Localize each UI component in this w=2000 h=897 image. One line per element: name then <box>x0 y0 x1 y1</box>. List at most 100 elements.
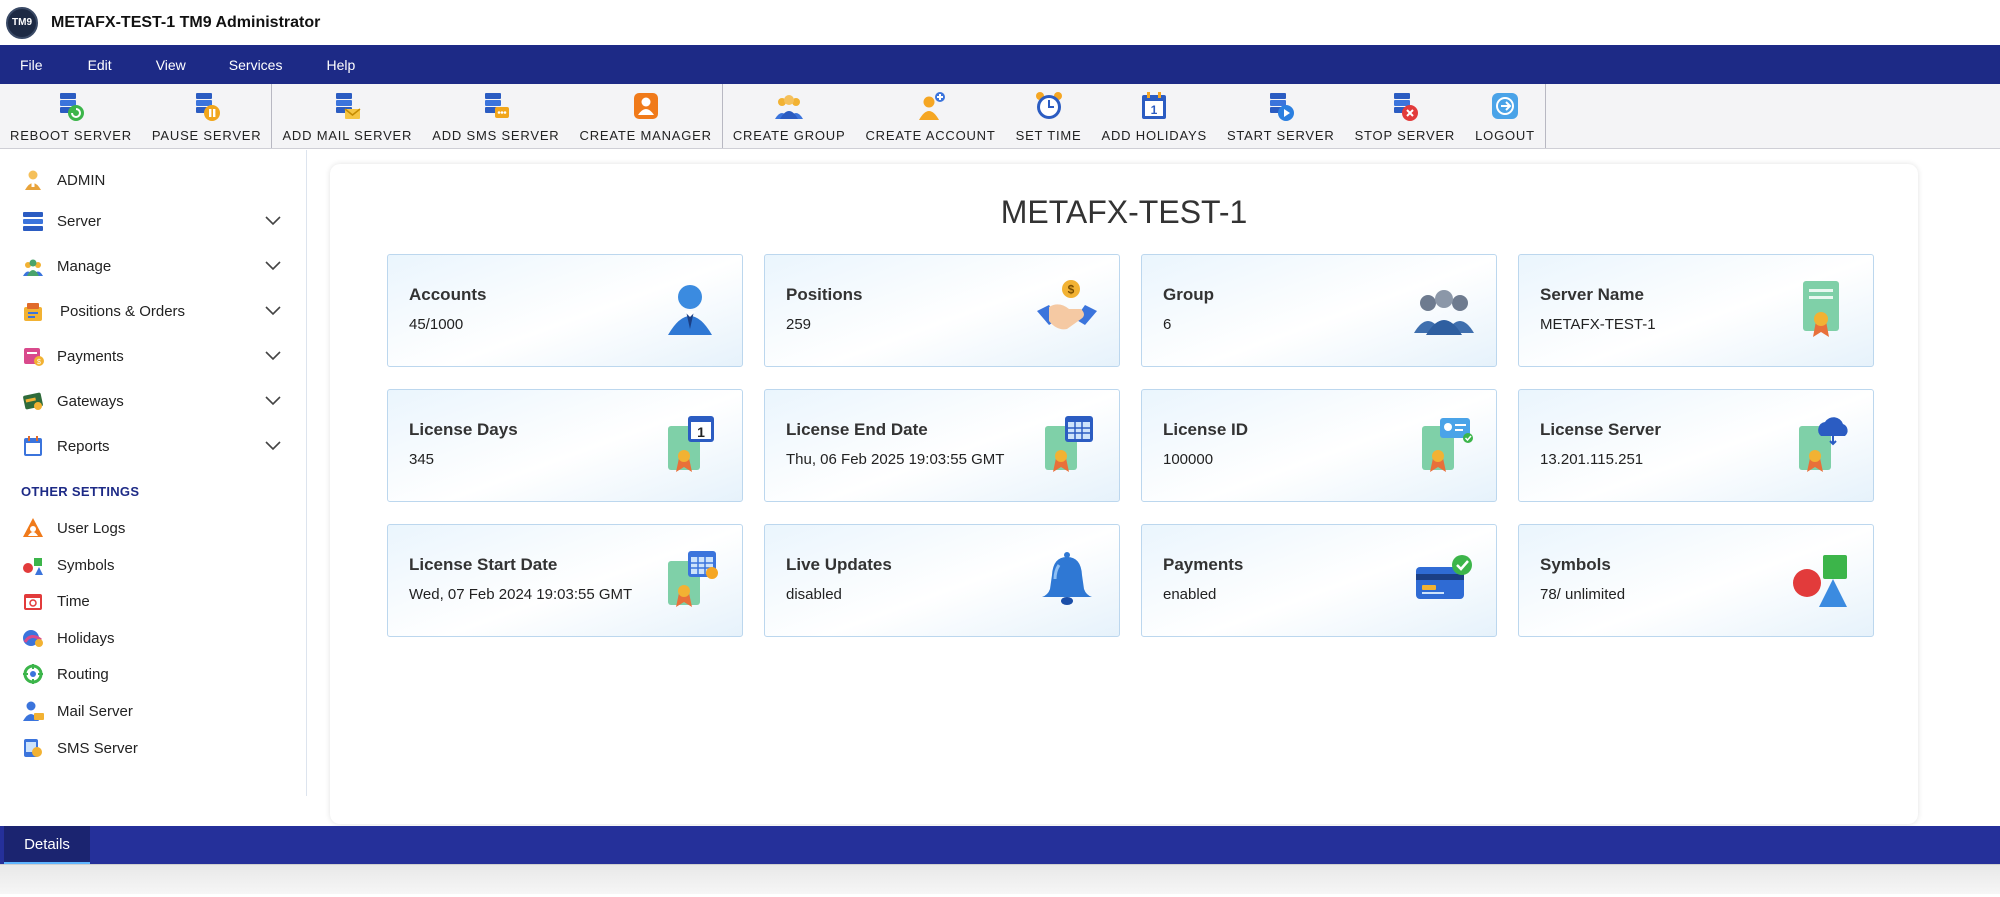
add-mail-server-icon <box>330 89 364 123</box>
create-account-icon <box>914 89 948 123</box>
tab-details[interactable]: Details <box>4 826 90 864</box>
card-value: disabled <box>786 586 842 603</box>
card-value: 345 <box>409 451 435 468</box>
create-group-icon <box>772 89 806 123</box>
card-value: 259 <box>786 316 812 333</box>
license-calendar-icon: 1 <box>668 416 714 472</box>
create-manager-button[interactable]: CREATE MANAGER <box>570 84 722 148</box>
title-bar: TM9 METAFX-TEST-1 TM9 Administrator <box>0 0 2000 45</box>
logout-button[interactable]: LOGOUT <box>1465 84 1545 148</box>
stop-server-button[interactable]: STOP SERVER <box>1345 84 1466 148</box>
card-payments: Payments enabled <box>1141 524 1497 637</box>
sidebar-item-time[interactable]: Time <box>0 583 306 619</box>
sidebar-item-label: Server <box>57 212 102 230</box>
card-value: 78/ unlimited <box>1540 586 1626 603</box>
menu-services[interactable]: Services <box>229 57 283 73</box>
sidebar-item-mail-server[interactable]: Mail Server <box>0 693 306 729</box>
card-title: License Start Date <box>409 555 558 574</box>
card-group: Group 6 <box>1141 254 1497 367</box>
add-holidays-button[interactable]: 1 ADD HOLIDAYS <box>1092 84 1217 148</box>
user-logs-icon <box>20 515 46 541</box>
calendar-icon: 1 <box>1137 89 1171 123</box>
sidebar-item-payments[interactable]: $ Payments <box>0 338 306 374</box>
status-bar <box>0 864 2000 894</box>
card-value: enabled <box>1163 586 1217 603</box>
chevron-down-icon[interactable] <box>262 390 284 412</box>
license-start-icon <box>668 551 718 607</box>
sidebar-item-manage[interactable]: Manage <box>0 248 306 284</box>
routing-icon <box>20 661 46 687</box>
toolbar-label: CREATE ACCOUNT <box>865 128 996 143</box>
card-value: 100000 <box>1163 451 1214 468</box>
certificate-icon <box>1803 281 1839 337</box>
sidebar-item-label: Routing <box>57 665 109 683</box>
sidebar-item-server[interactable]: Server <box>0 203 306 239</box>
window-title: METAFX-TEST-1 TM9 Administrator <box>51 13 321 31</box>
handshake-icon: $ <box>1037 280 1097 330</box>
toolbar-label: STOP SERVER <box>1354 128 1456 143</box>
sidebar-item-label: Reports <box>57 437 110 455</box>
chevron-down-icon[interactable] <box>262 300 284 322</box>
group-people-icon <box>1414 290 1474 335</box>
toolbar-label: SET TIME <box>1015 128 1082 143</box>
menu-view[interactable]: View <box>156 57 186 73</box>
toolbar-label: CREATE MANAGER <box>579 128 712 143</box>
toolbar-label: ADD HOLIDAYS <box>1101 128 1207 143</box>
toolbar-label: START SERVER <box>1226 128 1335 143</box>
pause-server-button[interactable]: PAUSE SERVER <box>142 84 272 148</box>
card-value: Thu, 06 Feb 2025 19:03:55 GMT <box>786 451 1005 468</box>
manage-icon <box>20 253 46 279</box>
card-title: Symbols <box>1540 555 1611 574</box>
chevron-down-icon[interactable] <box>262 255 284 277</box>
sidebar-item-label: Payments <box>57 347 124 365</box>
add-sms-server-button[interactable]: ADD SMS SERVER <box>422 84 569 148</box>
card-server-name: Server Name METAFX-TEST-1 <box>1518 254 1874 367</box>
chevron-down-icon[interactable] <box>262 345 284 367</box>
toolbar-label: ADD MAIL SERVER <box>282 128 413 143</box>
card-value: Wed, 07 Feb 2024 19:03:55 GMT <box>409 586 633 603</box>
reboot-server-button[interactable]: REBOOT SERVER <box>0 84 142 148</box>
dashboard-panel: METAFX-TEST-1 Accounts 45/1000 Positions… <box>330 164 1918 824</box>
account-user-icon <box>668 285 712 335</box>
add-mail-server-button[interactable]: ADD MAIL SERVER <box>272 84 422 148</box>
card-license-server: License Server 13.201.115.251 <box>1518 389 1874 502</box>
menu-file[interactable]: File <box>20 57 43 73</box>
sidebar-item-holidays[interactable]: Holidays <box>0 620 306 656</box>
set-time-button[interactable]: SET TIME <box>1006 84 1092 148</box>
sidebar-item-routing[interactable]: Routing <box>0 656 306 692</box>
sidebar-item-user-logs[interactable]: User Logs <box>0 510 306 546</box>
create-account-button[interactable]: CREATE ACCOUNT <box>855 84 1005 148</box>
sidebar-item-gateways[interactable]: Gateways <box>0 383 306 419</box>
sidebar-item-positions-orders[interactable]: Positions & Orders <box>0 293 306 329</box>
sidebar-item-label: Holidays <box>57 629 115 647</box>
card-positions: Positions 259 $ <box>764 254 1120 367</box>
svg-text:1: 1 <box>1151 103 1158 117</box>
card-symbols: Symbols 78/ unlimited <box>1518 524 1874 637</box>
sidebar-item-reports[interactable]: Reports <box>0 428 306 464</box>
card-accounts: Accounts 45/1000 <box>387 254 743 367</box>
create-group-button[interactable]: CREATE GROUP <box>723 84 856 148</box>
sidebar-item-symbols[interactable]: Symbols <box>0 547 306 583</box>
sidebar-item-admin[interactable]: ADMIN <box>0 162 306 198</box>
create-manager-icon <box>629 89 663 123</box>
sidebar-item-sms-server[interactable]: SMS Server <box>0 730 306 766</box>
logout-icon <box>1488 89 1522 123</box>
add-sms-server-icon <box>479 89 513 123</box>
license-cloud-icon <box>1799 417 1848 472</box>
sidebar-item-label: Manage <box>57 257 112 275</box>
card-license-start-date: License Start Date Wed, 07 Feb 2024 19:0… <box>387 524 743 637</box>
start-server-button[interactable]: START SERVER <box>1217 84 1345 148</box>
card-title: License ID <box>1163 420 1249 439</box>
card-title: Server Name <box>1540 285 1644 304</box>
card-value: 13.201.115.251 <box>1540 451 1644 468</box>
menu-help[interactable]: Help <box>326 57 355 73</box>
menu-edit[interactable]: Edit <box>88 57 112 73</box>
card-title: Live Updates <box>786 555 892 574</box>
chevron-down-icon[interactable] <box>262 435 284 457</box>
start-server-icon <box>1264 89 1298 123</box>
server-icon <box>20 208 46 234</box>
sidebar-item-label: Gateways <box>57 392 124 410</box>
chevron-down-icon[interactable] <box>262 210 284 232</box>
reboot-server-icon <box>54 89 88 123</box>
sidebar-item-label: Symbols <box>57 556 115 574</box>
